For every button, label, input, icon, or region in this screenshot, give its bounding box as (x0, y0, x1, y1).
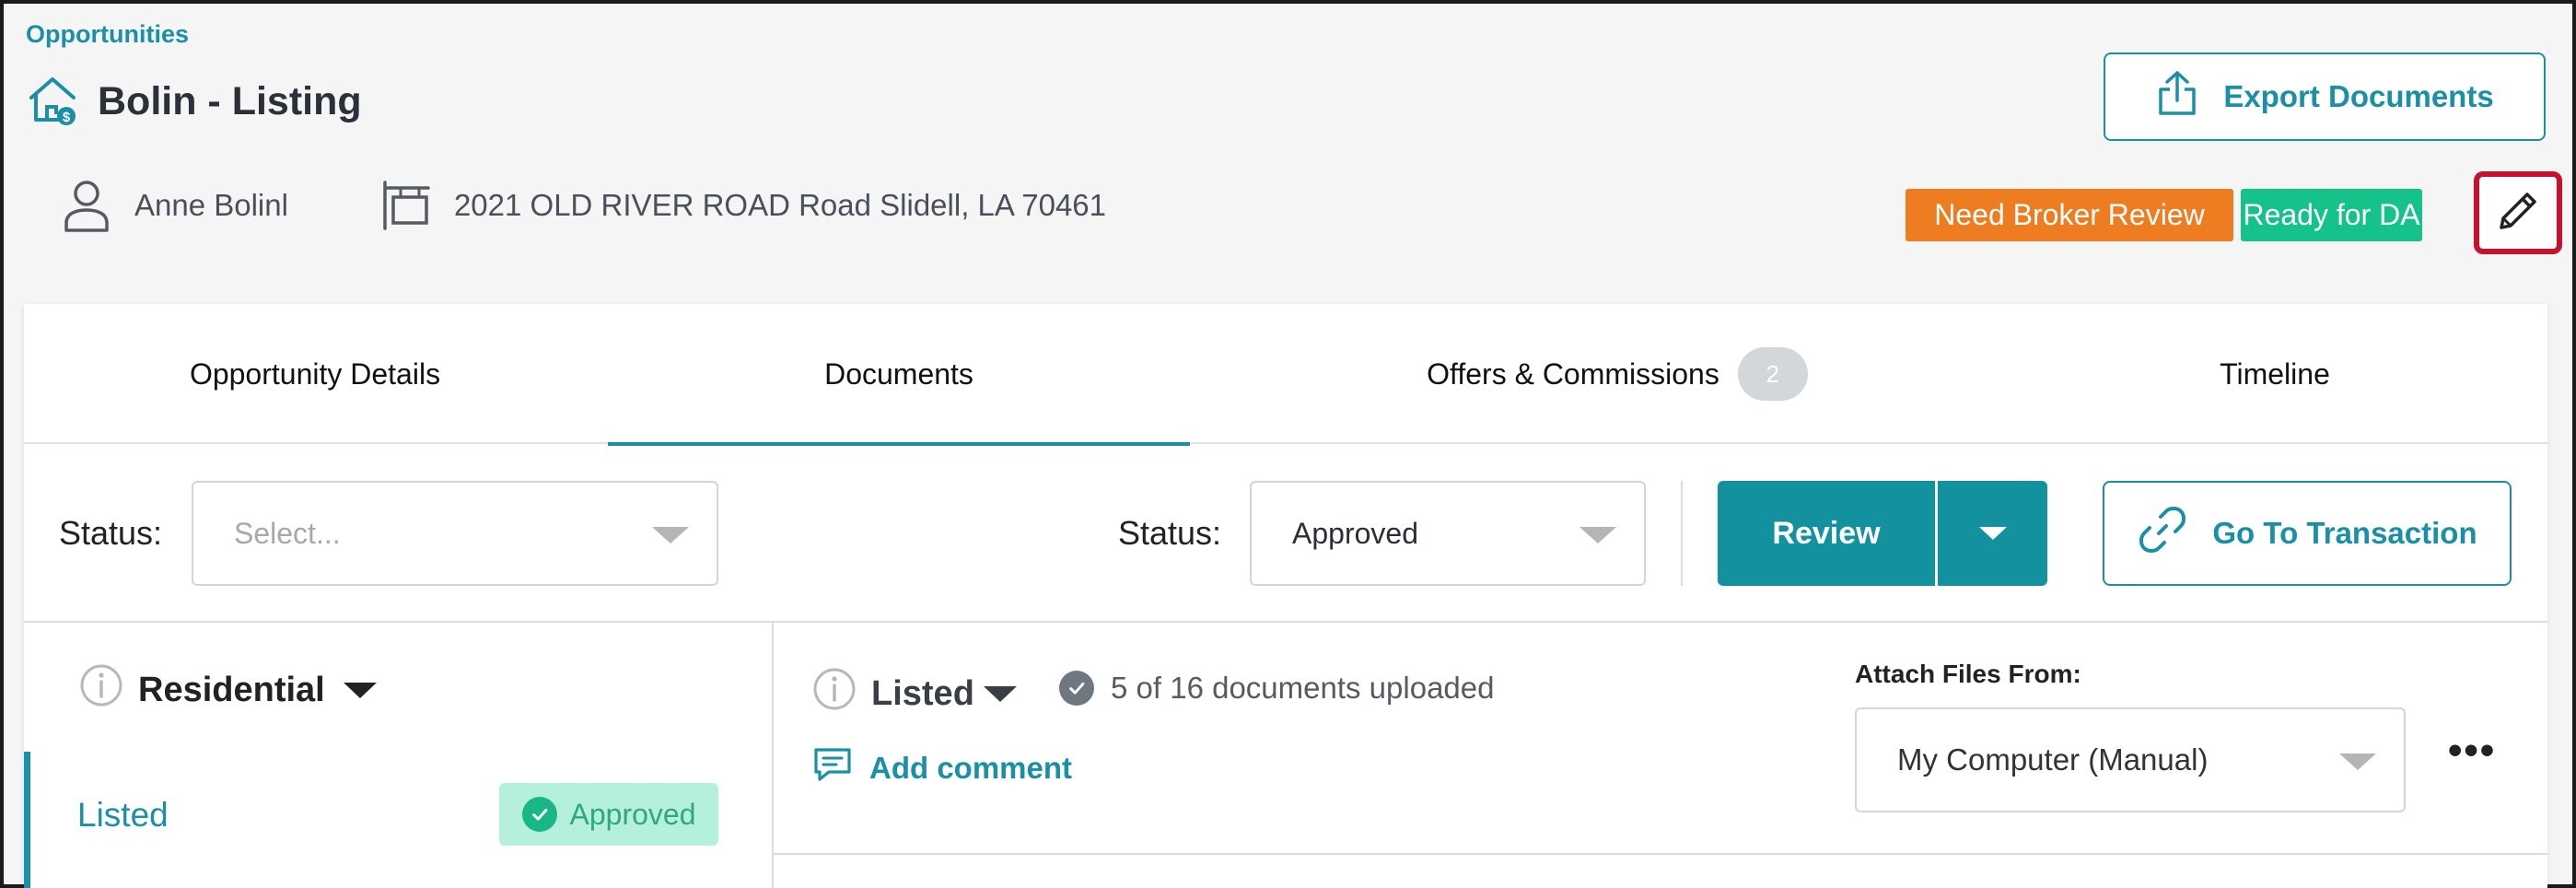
person-icon (63, 179, 111, 232)
info-icon (79, 663, 123, 717)
more-options-icon[interactable]: ••• (2448, 728, 2496, 774)
check-circle-icon (521, 797, 557, 832)
tab-label: Documents (824, 356, 973, 391)
property-address: 2021 OLD RIVER ROAD Road Slidell, LA 704… (453, 188, 1107, 222)
status-select-value: Approved (1292, 516, 1418, 550)
tab-offers-commissions[interactable]: Offers & Commissions 2 (1240, 304, 1995, 444)
stage-label: Listed (871, 673, 974, 713)
go-to-transaction-label: Go To Transaction (2212, 516, 2477, 550)
category-label: Residential (138, 670, 325, 709)
chevron-down-icon (652, 527, 689, 543)
property-sign-icon (380, 181, 432, 230)
caret-down-icon (983, 685, 1017, 702)
export-documents-button[interactable]: Export Documents (2104, 53, 2546, 141)
caret-down-icon (1978, 527, 2007, 540)
sidebar-item-listed[interactable]: Listed Approved (24, 752, 772, 888)
info-icon (812, 667, 857, 720)
tab-label: Timeline (2220, 356, 2330, 391)
review-dropdown-button[interactable] (1938, 481, 2047, 586)
divider (774, 853, 2547, 855)
tab-label: Offers & Commissions (1427, 356, 1719, 391)
documents-count-text: 5 of 16 documents uploaded (1111, 671, 1495, 705)
pencil-icon (2492, 185, 2544, 241)
export-documents-label: Export Documents (2223, 79, 2494, 113)
status-label-1: Status: (59, 514, 163, 552)
title-row: $ Bolin - Listing (26, 72, 362, 132)
approved-status-badge: Approved (499, 783, 718, 846)
need-broker-review-badge: Need Broker Review (1906, 189, 2233, 241)
tab-documents[interactable]: Documents (608, 304, 1190, 446)
page-title: Bolin - Listing (98, 79, 362, 123)
breadcrumb[interactable]: Opportunities (26, 20, 189, 49)
sidebar-item-label: Listed (77, 796, 169, 834)
document-panel: Listed 5 of 16 documents uploaded Add co… (774, 623, 2547, 888)
residential-dropdown[interactable]: Residential (79, 663, 377, 717)
active-indicator (24, 752, 30, 888)
attach-files-label: Attach Files From: (1855, 660, 2081, 688)
caret-down-icon (343, 682, 377, 698)
status-label-2: Status: (1118, 514, 1222, 552)
documents-card: Opportunity Details Documents Offers & C… (24, 304, 2547, 888)
divider (1681, 481, 1683, 586)
ready-for-da-badge: Ready for DA (2241, 189, 2422, 241)
svg-text:$: $ (63, 110, 71, 125)
add-comment-label: Add comment (869, 751, 1073, 785)
check-circle-icon (1059, 671, 1094, 706)
meta-row: Anne Bolinl 2021 OLD RIVER ROAD Road Sli… (63, 179, 1106, 232)
chevron-down-icon (2339, 754, 2376, 770)
tab-opportunity-details[interactable]: Opportunity Details (24, 304, 606, 444)
tab-label: Opportunity Details (189, 356, 441, 391)
house-dollar-icon: $ (26, 72, 79, 132)
tab-bar: Opportunity Details Documents Offers & C… (24, 304, 2547, 446)
approved-label: Approved (569, 797, 696, 831)
attach-files-select[interactable]: My Computer (Manual) (1855, 707, 2406, 812)
documents-uploaded-status: 5 of 16 documents uploaded (1059, 671, 1494, 706)
comment-icon (812, 746, 853, 790)
status-select-placeholder: Select... (234, 516, 341, 550)
filter-bar: Status: Select... Status: Approved Revie… (24, 446, 2547, 623)
edit-button[interactable] (2474, 171, 2562, 254)
link-icon (2137, 504, 2188, 563)
tab-count-badge: 2 (1737, 347, 1808, 401)
attach-files-value: My Computer (Manual) (1897, 742, 2209, 777)
tab-timeline[interactable]: Timeline (2002, 304, 2547, 444)
add-comment-link[interactable]: Add comment (812, 746, 1072, 790)
app-window: Opportunities $ Bolin - Listing Export D… (0, 0, 2576, 888)
agent-name: Anne Bolinl (134, 188, 288, 222)
status-select-2[interactable]: Approved (1250, 481, 1646, 586)
review-button[interactable]: Review (1718, 481, 1935, 586)
chevron-down-icon (1579, 527, 1616, 543)
stage-dropdown[interactable]: Listed (812, 667, 1017, 720)
checklist-sidebar: Residential Listed Approved (24, 623, 774, 888)
upload-share-icon (2155, 69, 2199, 124)
go-to-transaction-button[interactable]: Go To Transaction (2103, 481, 2512, 586)
status-select-1[interactable]: Select... (192, 481, 718, 586)
